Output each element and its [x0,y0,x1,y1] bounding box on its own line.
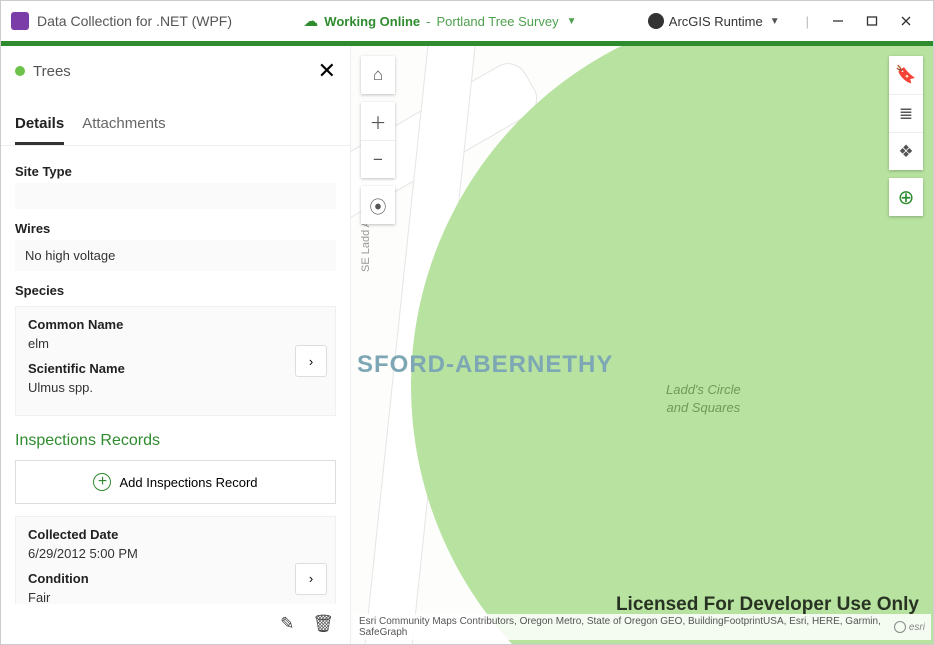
legend-button[interactable]: ≣ [889,94,923,132]
tab-details[interactable]: Details [15,107,64,145]
window-controls: | [794,6,923,36]
locate-button[interactable]: ⦿ [361,186,395,224]
divider: | [806,14,809,29]
bookmarks-button[interactable]: 🔖 [889,56,923,94]
panel-body[interactable]: Site Type Wires No high voltage Species … [1,146,350,604]
esri-logo-icon [894,621,906,633]
layers-button[interactable]: ❖ [889,132,923,170]
runtime-label: ArcGIS Runtime [669,14,763,29]
home-button[interactable]: ⌂ [361,56,395,94]
close-button[interactable] [889,6,923,36]
scientific-name-label: Scientific Name [28,361,323,376]
neighborhood-label: SFORD-ABERNETHY [357,351,613,379]
common-name-label: Common Name [28,317,323,332]
collected-date-label: Collected Date [28,527,323,542]
panel-title: Trees [33,63,310,80]
runtime-dropdown[interactable]: ArcGIS Runtime ▼ [648,13,780,29]
condition-label: Condition [28,571,323,586]
add-inspection-label: Add Inspections Record [119,475,257,490]
common-name-value: elm [28,336,323,351]
wires-value: No high voltage [15,240,336,271]
zoom-out-button[interactable]: − [361,140,395,178]
edit-button[interactable]: ✎ [280,614,294,634]
site-type-value [15,183,336,209]
maximize-button[interactable] [855,6,889,36]
globe-icon [648,13,664,29]
app-title: Data Collection for .NET (WPF) [37,13,232,29]
title-bar: Data Collection for .NET (WPF) ☁ Working… [1,1,933,41]
inspections-title: Inspections Records [15,432,336,450]
map-attribution: Esri Community Maps Contributors, Oregon… [353,614,931,640]
separator: - [426,14,430,29]
plus-icon: + [93,473,111,491]
zoom-in-button[interactable]: ＋ [361,102,395,140]
inspection-record[interactable]: Collected Date 6/29/2012 5:00 PM Conditi… [15,516,336,604]
cloud-icon: ☁ [303,12,318,30]
park-label: Ladd's Circle and Squares [666,381,741,417]
attribution-text: Esri Community Maps Contributors, Oregon… [359,616,894,638]
status-text: Working Online [324,14,420,29]
collected-date-value: 6/29/2012 5:00 PM [28,546,323,561]
inspection-chevron-button[interactable]: › [295,563,327,595]
species-label: Species [15,283,336,298]
condition-value: Fair [28,590,323,604]
esri-credit: esri [894,621,925,633]
species-group[interactable]: Common Name elm Scientific Name Ulmus sp… [15,306,336,416]
wires-label: Wires [15,221,336,236]
app-icon [11,12,29,30]
tab-attachments[interactable]: Attachments [82,107,165,145]
map-view[interactable]: SE Ladd Av SFORD-ABERNETHY Ladd's Circle… [351,46,933,644]
add-inspection-button[interactable]: + Add Inspections Record [15,460,336,504]
species-chevron-button[interactable]: › [295,345,327,377]
chevron-down-icon: ▼ [770,16,780,27]
close-panel-button[interactable]: ✕ [318,58,336,84]
scientific-name-value: Ulmus spp. [28,380,323,395]
site-type-label: Site Type [15,164,336,179]
chevron-right-icon: › [309,354,313,369]
add-feature-button[interactable]: ⊕ [889,178,923,216]
minimize-button[interactable] [821,6,855,36]
status-dot [15,66,25,76]
survey-name[interactable]: Portland Tree Survey [436,14,558,29]
license-watermark: Licensed For Developer Use Only [616,594,919,616]
side-panel: Trees ✕ Details Attachments Site Type Wi… [1,46,351,644]
delete-button[interactable]: 🗑 [312,614,334,634]
chevron-down-icon[interactable]: ▼ [567,16,577,27]
chevron-right-icon: › [309,571,313,586]
